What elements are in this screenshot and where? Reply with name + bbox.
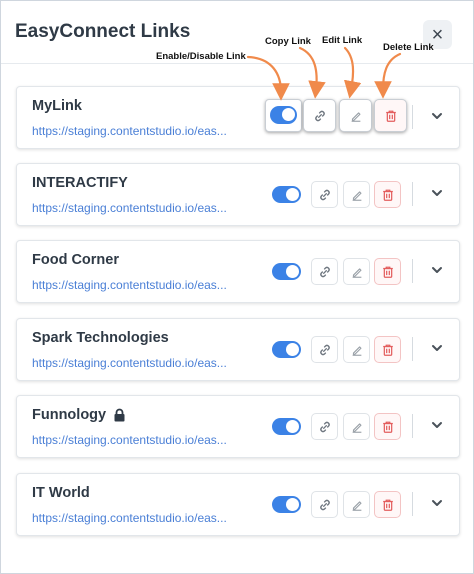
copy-link-button[interactable] bbox=[311, 181, 338, 208]
copy-link-button[interactable] bbox=[311, 258, 338, 285]
trash-icon bbox=[382, 189, 393, 201]
delete-link-button[interactable] bbox=[374, 491, 401, 518]
edit-link-button[interactable] bbox=[343, 491, 370, 518]
edit-link-button[interactable] bbox=[343, 413, 370, 440]
link-name: IT World bbox=[32, 485, 90, 501]
trash-icon bbox=[385, 110, 396, 122]
copy-link-button[interactable] bbox=[311, 336, 338, 363]
pencil-icon bbox=[352, 422, 362, 433]
divider bbox=[412, 259, 413, 283]
divider bbox=[412, 337, 413, 361]
trash-icon bbox=[382, 266, 393, 278]
chevron-down-icon[interactable] bbox=[430, 418, 444, 432]
link-url[interactable]: https://staging.contentstudio.io/eas... bbox=[32, 356, 238, 370]
annotation-enable-disable: Enable/Disable Link bbox=[156, 51, 246, 62]
link-name: Spark Technologies bbox=[32, 330, 169, 346]
delete-link-button[interactable] bbox=[374, 413, 401, 440]
divider bbox=[412, 492, 413, 516]
enable-toggle[interactable] bbox=[270, 106, 297, 124]
link-name: Funnology bbox=[32, 407, 107, 423]
enable-toggle-highlight bbox=[265, 99, 302, 132]
link-url[interactable]: https://staging.contentstudio.io/eas... bbox=[32, 433, 238, 447]
link-card: IT World https://staging.contentstudio.i… bbox=[16, 473, 460, 536]
enable-toggle[interactable] bbox=[272, 186, 301, 203]
annotation-copy: Copy Link bbox=[265, 36, 311, 47]
chevron-down-icon[interactable] bbox=[430, 263, 444, 277]
trash-icon bbox=[382, 421, 393, 433]
easyconnect-modal: EasyConnect Links × MyLink https://stagi… bbox=[0, 0, 474, 574]
link-icon bbox=[319, 344, 330, 355]
annotation-delete: Delete Link bbox=[383, 42, 434, 53]
link-url[interactable]: https://staging.contentstudio.io/eas... bbox=[32, 124, 238, 138]
link-card: MyLink https://staging.contentstudio.io/… bbox=[16, 86, 460, 149]
link-url[interactable]: https://staging.contentstudio.io/eas... bbox=[32, 278, 238, 292]
annotation-edit: Edit Link bbox=[322, 35, 363, 46]
header-divider bbox=[1, 63, 473, 64]
link-card: INTERACTIFY https://staging.contentstudi… bbox=[16, 163, 460, 226]
divider bbox=[412, 182, 413, 206]
chevron-down-icon[interactable] bbox=[430, 341, 444, 355]
pencil-icon bbox=[352, 190, 362, 201]
pencil-icon bbox=[351, 111, 361, 122]
link-name: MyLink bbox=[32, 98, 82, 114]
enable-toggle[interactable] bbox=[272, 418, 301, 435]
link-icon bbox=[319, 266, 330, 277]
enable-toggle[interactable] bbox=[272, 263, 301, 280]
link-url[interactable]: https://staging.contentstudio.io/eas... bbox=[32, 511, 238, 525]
pencil-icon bbox=[352, 267, 362, 278]
chevron-down-icon[interactable] bbox=[430, 109, 444, 123]
trash-icon bbox=[382, 344, 393, 356]
trash-icon bbox=[382, 499, 393, 511]
link-icon bbox=[314, 110, 325, 121]
link-icon bbox=[319, 421, 330, 432]
delete-link-button[interactable] bbox=[374, 336, 401, 363]
link-icon bbox=[319, 189, 330, 200]
delete-link-button[interactable] bbox=[374, 181, 401, 208]
edit-link-button[interactable] bbox=[343, 258, 370, 285]
copy-link-button[interactable] bbox=[311, 491, 338, 518]
copy-link-button[interactable] bbox=[303, 99, 336, 132]
link-icon bbox=[319, 499, 330, 510]
link-card: Funnology https://staging.contentstudio.… bbox=[16, 395, 460, 458]
divider bbox=[412, 414, 413, 438]
link-card: Food Corner https://staging.contentstudi… bbox=[16, 240, 460, 303]
pencil-icon bbox=[352, 345, 362, 356]
enable-toggle[interactable] bbox=[272, 496, 301, 513]
edit-link-button[interactable] bbox=[343, 336, 370, 363]
chevron-down-icon[interactable] bbox=[430, 496, 444, 510]
edit-link-button[interactable] bbox=[339, 99, 372, 132]
pencil-icon bbox=[352, 500, 362, 511]
modal-title: EasyConnect Links bbox=[15, 21, 191, 42]
chevron-down-icon[interactable] bbox=[430, 186, 444, 200]
delete-link-button[interactable] bbox=[374, 258, 401, 285]
lock-icon bbox=[114, 408, 125, 422]
link-name: INTERACTIFY bbox=[32, 175, 128, 191]
edit-link-button[interactable] bbox=[343, 181, 370, 208]
delete-link-button[interactable] bbox=[374, 99, 407, 132]
link-url[interactable]: https://staging.contentstudio.io/eas... bbox=[32, 201, 238, 215]
copy-link-button[interactable] bbox=[311, 413, 338, 440]
enable-toggle[interactable] bbox=[272, 341, 301, 358]
link-name: Food Corner bbox=[32, 252, 119, 268]
divider bbox=[412, 105, 413, 129]
link-card: Spark Technologies https://staging.conte… bbox=[16, 318, 460, 381]
